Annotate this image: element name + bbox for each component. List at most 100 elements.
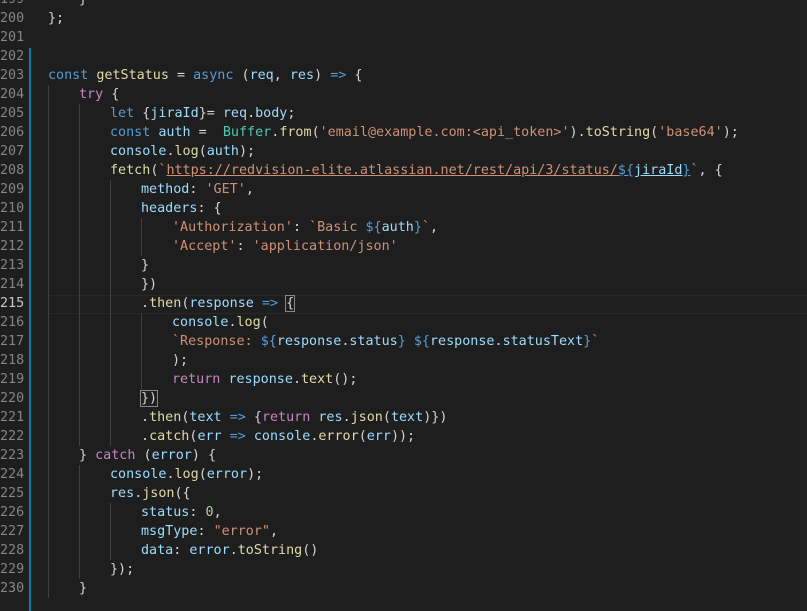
token: auth (158, 125, 190, 140)
token: 'application/json' (253, 239, 398, 254)
token: `Response: (172, 334, 261, 349)
token (254, 296, 262, 311)
token: json (142, 486, 174, 501)
code-line-216[interactable]: console.log( (48, 313, 269, 332)
token: ` (591, 334, 599, 349)
line-number: 200 (0, 9, 22, 28)
code-line-214[interactable]: }) (48, 275, 157, 294)
token: 'GET' (206, 182, 246, 197)
token: let (110, 106, 134, 121)
token: (); (333, 372, 357, 387)
url-link[interactable]: https://redvision-elite.atlassian.net/re… (166, 163, 617, 178)
code-line-206[interactable]: const auth = Buffer.from('email@example.… (48, 123, 739, 142)
token: then (149, 296, 181, 311)
line-number: 219 (0, 370, 22, 389)
code-line-218[interactable]: ); (48, 351, 188, 370)
token: ${ (261, 334, 277, 349)
code-line-199[interactable]: } (48, 0, 87, 9)
code-line-225[interactable]: res.json({ (48, 484, 191, 503)
token: ( (135, 448, 151, 463)
token: async (193, 68, 233, 83)
token: : (197, 524, 213, 539)
code-line-212[interactable]: 'Accept': 'application/json' (48, 237, 398, 256)
token: : { (197, 201, 221, 216)
code-editor[interactable]: 199 200 201 202 203 204 205 206 207 208 … (0, 0, 807, 611)
token: . (230, 543, 238, 558)
code-line-213[interactable]: } (48, 256, 149, 275)
token: ) { (192, 448, 216, 463)
code-line-210[interactable]: headers: { (48, 199, 222, 218)
token: 'email@example.com:<api_token>' (320, 125, 570, 140)
code-line-211[interactable]: 'Authorization': `Basic ${auth}`, (48, 218, 438, 237)
token: console (254, 429, 310, 444)
bracket-match: }) (141, 391, 157, 406)
token: ) (314, 68, 330, 83)
token: = (169, 68, 193, 83)
token: : (189, 182, 205, 197)
token: status (349, 334, 397, 349)
code-line-230[interactable]: } (48, 579, 87, 598)
token: ${ (414, 334, 430, 349)
token (406, 334, 414, 349)
code-line-227[interactable]: msgType: "error", (48, 522, 278, 541)
token: err (367, 429, 391, 444)
line-number: 208 (0, 161, 22, 180)
token: ); (723, 125, 739, 140)
token: : (237, 239, 253, 254)
token: fetch (110, 163, 150, 178)
line-number: 202 (0, 47, 22, 66)
line-number: 209 (0, 180, 22, 199)
token: ) (439, 410, 447, 425)
token: . (228, 315, 236, 330)
code-line-207[interactable]: console.log(auth); (48, 142, 255, 161)
code-line-222[interactable]: .catch(err => console.error(err)); (48, 427, 415, 446)
token: => (230, 410, 246, 425)
code-line-203[interactable]: const getStatus = async (req, res) => { (48, 66, 362, 85)
code-line-200[interactable]: }; (48, 9, 64, 28)
token: ( (312, 125, 320, 140)
token: ; (287, 106, 295, 121)
code-line-204[interactable]: try { (48, 85, 119, 104)
token: () (302, 543, 318, 558)
code-line-226[interactable]: status: 0, (48, 503, 222, 522)
code-line-223[interactable]: } catch (error) { (48, 446, 216, 465)
line-number: 199 (0, 0, 22, 9)
code-line-220[interactable]: }) (48, 389, 157, 408)
line-number: 218 (0, 351, 22, 370)
token: . (141, 410, 149, 425)
code-line-205[interactable]: let {jiraId}= req.body; (48, 104, 295, 123)
token: }; (48, 11, 64, 26)
line-number: 201 (0, 28, 22, 47)
token: ( (199, 467, 207, 482)
token: ); (239, 144, 255, 159)
token: . (141, 429, 149, 444)
line-number: 220 (0, 389, 22, 408)
token: auth (207, 144, 239, 159)
line-number-active: 215 (0, 294, 22, 313)
token: 'base64' (658, 125, 723, 140)
token: , (430, 220, 438, 235)
line-number: 228 (0, 541, 22, 560)
code-line-215[interactable]: .then(response => { (48, 294, 294, 313)
code-line-209[interactable]: method: 'GET', (48, 180, 254, 199)
token: : (189, 505, 205, 520)
code-line-219[interactable]: return response.text(); (48, 370, 357, 389)
line-number: 229 (0, 560, 22, 579)
code-line-224[interactable]: console.log(error); (48, 465, 263, 484)
token: error (189, 543, 229, 558)
code-line-208[interactable]: fetch(`https://redvision-elite.atlassian… (48, 161, 723, 180)
token: try (79, 87, 103, 102)
code-line-229[interactable]: }); (48, 560, 134, 579)
token: then (149, 410, 181, 425)
token: res (110, 486, 134, 501)
code-line-217[interactable]: `Response: ${response.status} ${response… (48, 332, 599, 351)
token: res (290, 68, 314, 83)
token: statusText (503, 334, 584, 349)
code-line-221[interactable]: .then(text => {return res.json(text)}) (48, 408, 447, 427)
line-number: 214 (0, 275, 22, 294)
token: => (330, 68, 346, 83)
token: getStatus (96, 68, 169, 83)
code-line-228[interactable]: data: error.toString() (48, 541, 318, 560)
token: ); (247, 467, 263, 482)
token: } (79, 448, 87, 463)
